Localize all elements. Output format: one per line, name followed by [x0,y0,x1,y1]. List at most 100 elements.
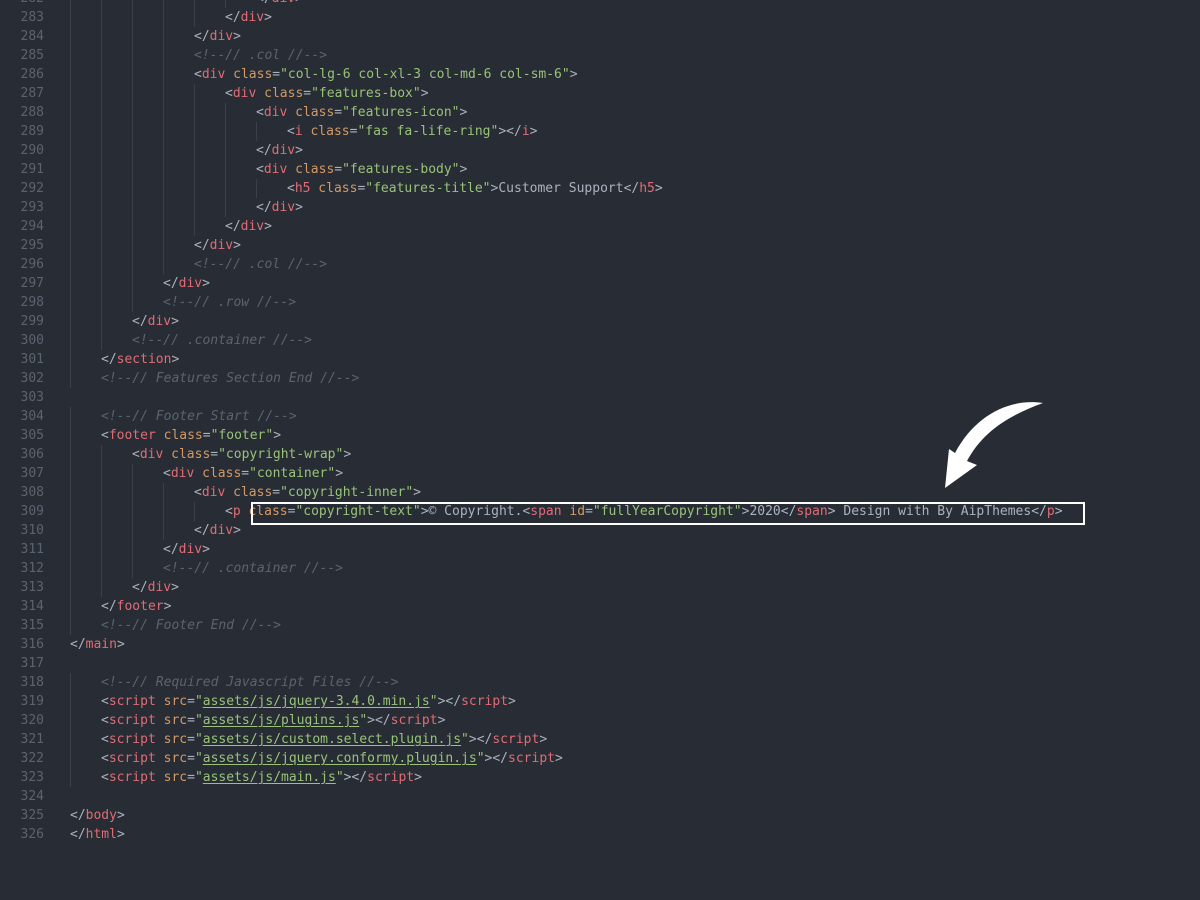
code-line[interactable]: 313 </div> [0,578,1200,597]
code-line[interactable]: 296 <!--// .col //--> [0,255,1200,274]
code-token: </ [194,523,210,538]
line-number: 323 [20,770,44,785]
code-line[interactable]: 323 <script src="assets/js/main.js"></scr… [0,768,1200,787]
code-token: script [492,732,540,747]
code-text: </footer> [101,597,171,616]
line-number: 306 [20,447,44,462]
code-token: div [178,276,203,291]
line-number: 291 [20,162,44,177]
code-line[interactable]: 319 <script src="assets/js/jquery-3.4.0.m… [0,692,1200,711]
code-token: < [287,181,295,196]
code-text: <div class="container"> [163,464,343,483]
indent-guide [70,692,71,711]
code-line[interactable]: 310 </div> [0,521,1200,540]
line-number: 284 [20,29,44,44]
code-line[interactable]: 285 <!--// .col //--> [0,46,1200,65]
code-line[interactable]: 312 <!--// .container //--> [0,559,1200,578]
indent-guide [132,255,133,274]
code-text: <script src="assets/js/plugins.js"></scr… [101,711,445,730]
indent-guide [194,84,195,103]
code-text: </main> [70,635,125,654]
code-text: <!--// .col //--> [194,255,327,274]
code-line[interactable]: 315 <!--// Footer End //--> [0,616,1200,635]
code-line[interactable]: 297 </div> [0,274,1200,293]
line-number: 319 [20,694,44,709]
code-line[interactable]: 324 [0,787,1200,806]
code-line[interactable]: 291 <div class="features-body"> [0,160,1200,179]
indent-guide [163,46,164,65]
code-line[interactable]: 302 <!--// Features Section End //--> [0,369,1200,388]
code-line[interactable]: 299 </div> [0,312,1200,331]
code-token: i [521,124,530,139]
indent-guide [101,8,102,27]
indent-guide [101,160,102,179]
indent-guide [70,502,71,521]
code-token: h5 [639,181,655,196]
code-line[interactable]: 287 <div class="features-box"> [0,84,1200,103]
code-token: div [201,67,226,82]
code-token: = [187,770,195,785]
line-number: 301 [20,352,44,367]
indent-guide [70,730,71,749]
code-text: </div> [256,198,303,217]
code-token: "container" [249,466,336,481]
code-line[interactable]: 309 <p class="copyright-text">© Copyright… [0,502,1200,521]
indent-guide [163,103,164,122]
code-line[interactable]: 284 </div> [0,27,1200,46]
code-token: < [101,428,109,443]
code-line[interactable]: 298 <!--// .row //--> [0,293,1200,312]
indent-guide [101,217,102,236]
code-line[interactable]: 318 <!--// Required Javascript Files //--… [0,673,1200,692]
code-line[interactable]: 295 </div> [0,236,1200,255]
code-line[interactable]: 286 <div class="col-lg-6 col-xl-3 col-md-… [0,65,1200,84]
line-number: 303 [20,390,44,405]
indent-guide [132,293,133,312]
indent-guide [70,0,71,8]
indent-guide [101,179,102,198]
indent-guide [194,179,195,198]
indent-guide [163,65,164,84]
code-token: footer [108,428,156,443]
code-token: ></ [437,694,462,709]
code-token: <!--// Features Section End //--> [101,371,360,386]
code-line[interactable]: 289 <i class="fas fa-life-ring"></i> [0,122,1200,141]
code-line[interactable]: 314 </footer> [0,597,1200,616]
code-line[interactable]: 282 </div> [0,0,1200,8]
indent-guide [194,122,195,141]
code-token: src [155,694,188,709]
indent-guide [101,331,102,350]
code-line[interactable]: 283 </div> [0,8,1200,27]
code-line[interactable]: 322 <script src="assets/js/jquery.conform… [0,749,1200,768]
code-token: > [827,504,836,519]
code-line[interactable]: 290 </div> [0,141,1200,160]
code-token: <!--// .col //--> [194,48,328,63]
code-line[interactable]: 300 <!--// .container //--> [0,331,1200,350]
code-line[interactable]: 326 </html> [0,825,1200,844]
code-line[interactable]: 317 [0,654,1200,673]
code-line[interactable]: 293 </div> [0,198,1200,217]
code-token: > [264,10,272,25]
line-number: 320 [20,713,44,728]
indent-guide [101,312,102,331]
code-token: > [508,694,516,709]
code-line[interactable]: 321 <script src="assets/js/custom.select.… [0,730,1200,749]
code-line[interactable]: 301 </section> [0,350,1200,369]
code-line[interactable]: 292 <h5 class="features-title">Customer S… [0,179,1200,198]
code-line[interactable]: 320 <script src="assets/js/plugins.js"></… [0,711,1200,730]
code-line[interactable]: 325 </body> [0,806,1200,825]
code-token: > [116,827,125,842]
code-line[interactable]: 288 <div class="features-icon"> [0,103,1200,122]
line-number: 316 [20,637,44,652]
code-token: < [101,751,109,766]
code-token: < [101,770,109,785]
code-token: footer [116,599,164,614]
code-token: div [209,238,234,253]
code-token: </ [132,314,148,329]
code-line[interactable]: 316 </main> [0,635,1200,654]
code-line[interactable]: 294 </div> [0,217,1200,236]
code-token: </ [132,580,148,595]
indent-guide [132,27,133,46]
code-token: p [232,504,241,519]
code-line[interactable]: 311 </div> [0,540,1200,559]
code-token: "fas fa-life-ring" [357,124,499,139]
